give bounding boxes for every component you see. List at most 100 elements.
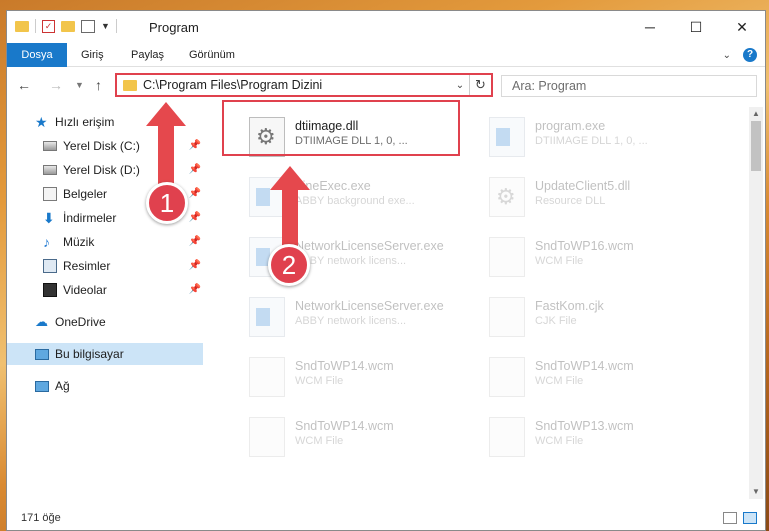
- pin-icon[interactable]: 📌: [189, 284, 201, 295]
- up-button[interactable]: ↑: [95, 77, 102, 93]
- music-icon: ♪: [43, 234, 50, 250]
- file-item[interactable]: SndToWP14.wcm WCM File: [229, 411, 469, 467]
- details-view-icon[interactable]: [723, 512, 737, 524]
- file-icon: [249, 417, 285, 457]
- file-description: CJK File: [535, 315, 577, 327]
- title-bar: ✓ ▼ Program ─ ☐ ✕: [7, 11, 765, 43]
- sidebar-item-onedrive[interactable]: ☁ OneDrive: [7, 311, 203, 333]
- customize-toolbar-icon[interactable]: [81, 19, 95, 33]
- sidebar-item-label: Resimler: [63, 259, 111, 273]
- new-folder-icon[interactable]: [61, 20, 75, 32]
- close-button[interactable]: ✕: [719, 11, 765, 43]
- cloud-icon: ☁: [35, 314, 48, 329]
- sidebar-item-label: OneDrive: [55, 315, 106, 329]
- tiles-view-icon[interactable]: [743, 512, 757, 524]
- file-description: ABBY network licens...: [295, 255, 407, 267]
- tab-view[interactable]: Görünüm: [189, 43, 235, 67]
- file-item[interactable]: SndToWP14.wcm WCM File: [229, 351, 469, 407]
- sidebar-item-this-pc[interactable]: Bu bilgisayar: [7, 343, 203, 365]
- file-item[interactable]: program.exe DTIIMAGE DLL 1, 0, ...: [469, 111, 709, 167]
- chevron-down-icon[interactable]: ⌄: [451, 80, 469, 91]
- folder-icon: [123, 79, 137, 91]
- file-item[interactable]: SndToWP13.wcm WCM File: [469, 411, 709, 467]
- exe-icon: [249, 297, 285, 337]
- pin-icon[interactable]: 📌: [189, 236, 201, 247]
- address-bar[interactable]: C:\Program Files\Program Dizini ⌄ ↻: [115, 73, 493, 97]
- step-badge-2: 2: [268, 244, 310, 286]
- sidebar-item-label: Bu bilgisayar: [55, 347, 124, 361]
- file-description: WCM File: [535, 255, 584, 267]
- file-item[interactable]: SndToWP14.wcm WCM File: [469, 351, 709, 407]
- address-path[interactable]: C:\Program Files\Program Dizini: [143, 78, 451, 92]
- recent-locations-dropdown[interactable]: ▼: [75, 80, 84, 90]
- pin-icon[interactable]: 📌: [189, 260, 201, 271]
- navigation-row: ← → ▼ ↑ C:\Program Files\Program Dizini …: [7, 67, 765, 103]
- file-description: WCM File: [295, 375, 344, 387]
- exe-icon: [489, 117, 525, 157]
- tab-file[interactable]: Dosya: [7, 43, 67, 67]
- pin-icon[interactable]: 📌: [189, 164, 201, 175]
- sidebar-item-videos[interactable]: Videolar 📌: [7, 279, 203, 301]
- documents-icon: [43, 187, 57, 201]
- properties-icon[interactable]: ✓: [42, 19, 55, 33]
- navigation-pane: ★ Hızlı erişim Yerel Disk (C:) 📌 Yerel D…: [7, 107, 207, 487]
- help-icon[interactable]: ?: [743, 48, 757, 62]
- arrow-up-icon: [270, 166, 310, 246]
- file-icon: [489, 237, 525, 277]
- file-name: NetworkLicenseServer.exe: [295, 299, 444, 313]
- disk-icon: [43, 141, 57, 151]
- file-item[interactable]: UpdateClient5.dll Resource DLL: [469, 171, 709, 227]
- file-item[interactable]: NetworkLicenseServer.exe ABBY network li…: [229, 291, 469, 347]
- window-title: Program: [149, 20, 199, 35]
- pin-icon[interactable]: 📌: [189, 188, 201, 199]
- file-name: SndToWP14.wcm: [535, 359, 634, 373]
- sidebar-item-label: İndirmeler: [63, 211, 117, 225]
- file-name: SndToWP16.wcm: [535, 239, 634, 253]
- scroll-thumb[interactable]: [751, 121, 761, 171]
- sidebar-item-pictures[interactable]: Resimler 📌: [7, 255, 203, 277]
- scroll-up-icon[interactable]: ▲: [749, 107, 763, 121]
- download-icon: ⬇: [43, 210, 55, 226]
- sidebar-item-label: Yerel Disk (D:): [63, 163, 140, 177]
- ribbon: Dosya Giriş Paylaş Görünüm ⌄ ?: [7, 43, 765, 67]
- chevron-down-icon[interactable]: ▼: [101, 21, 110, 31]
- back-button[interactable]: ←: [17, 77, 31, 93]
- step-badge-1: 1: [146, 182, 188, 224]
- file-explorer-window: ✓ ▼ Program ─ ☐ ✕ Dosya Giriş Paylaş Gör…: [6, 10, 766, 531]
- sidebar-item-network[interactable]: Ağ: [7, 375, 203, 397]
- forward-button[interactable]: →: [49, 77, 63, 93]
- refresh-button[interactable]: ↻: [469, 75, 491, 95]
- sidebar-item-label: Müzik: [63, 235, 95, 249]
- file-item[interactable]: NetworkLicenseServer.exe ABBY network li…: [229, 231, 469, 287]
- expand-ribbon-icon[interactable]: ⌄: [723, 50, 731, 61]
- divider: [115, 19, 117, 33]
- minimize-button[interactable]: ─: [627, 11, 673, 43]
- file-description: WCM File: [295, 435, 344, 447]
- divider: [35, 19, 36, 33]
- pin-icon[interactable]: 📌: [189, 212, 201, 223]
- sidebar-item-label: Yerel Disk (C:): [63, 139, 140, 153]
- pictures-icon: [43, 259, 57, 273]
- tab-home[interactable]: Giriş: [81, 43, 104, 67]
- vertical-scrollbar[interactable]: ▲ ▼: [749, 107, 763, 499]
- sidebar-item-label: Ağ: [55, 379, 70, 393]
- dll-gear-icon: [489, 177, 525, 217]
- file-icon: [489, 417, 525, 457]
- file-description: WCM File: [535, 435, 584, 447]
- disk-icon: [43, 165, 57, 175]
- file-description: DTIIMAGE DLL 1, 0, ...: [535, 135, 648, 147]
- scroll-down-icon[interactable]: ▼: [749, 485, 763, 499]
- maximize-button[interactable]: ☐: [673, 11, 719, 43]
- file-description: ABBY network licens...: [295, 315, 407, 327]
- search-input[interactable]: Ara: Program: [501, 75, 757, 97]
- videos-icon: [43, 283, 57, 297]
- file-item[interactable]: FastKom.cjk CJK File: [469, 291, 709, 347]
- file-name: UpdateClient5.dll: [535, 179, 631, 193]
- file-item[interactable]: SndToWP16.wcm WCM File: [469, 231, 709, 287]
- file-item[interactable]: FineExec.exe ABBY background exe...: [229, 171, 469, 227]
- sidebar-item-music[interactable]: ♪ Müzik 📌: [7, 231, 203, 253]
- pin-icon[interactable]: 📌: [189, 140, 201, 151]
- tab-share[interactable]: Paylaş: [131, 43, 164, 67]
- file-name: SndToWP14.wcm: [295, 359, 394, 373]
- file-name: SndToWP13.wcm: [535, 419, 634, 433]
